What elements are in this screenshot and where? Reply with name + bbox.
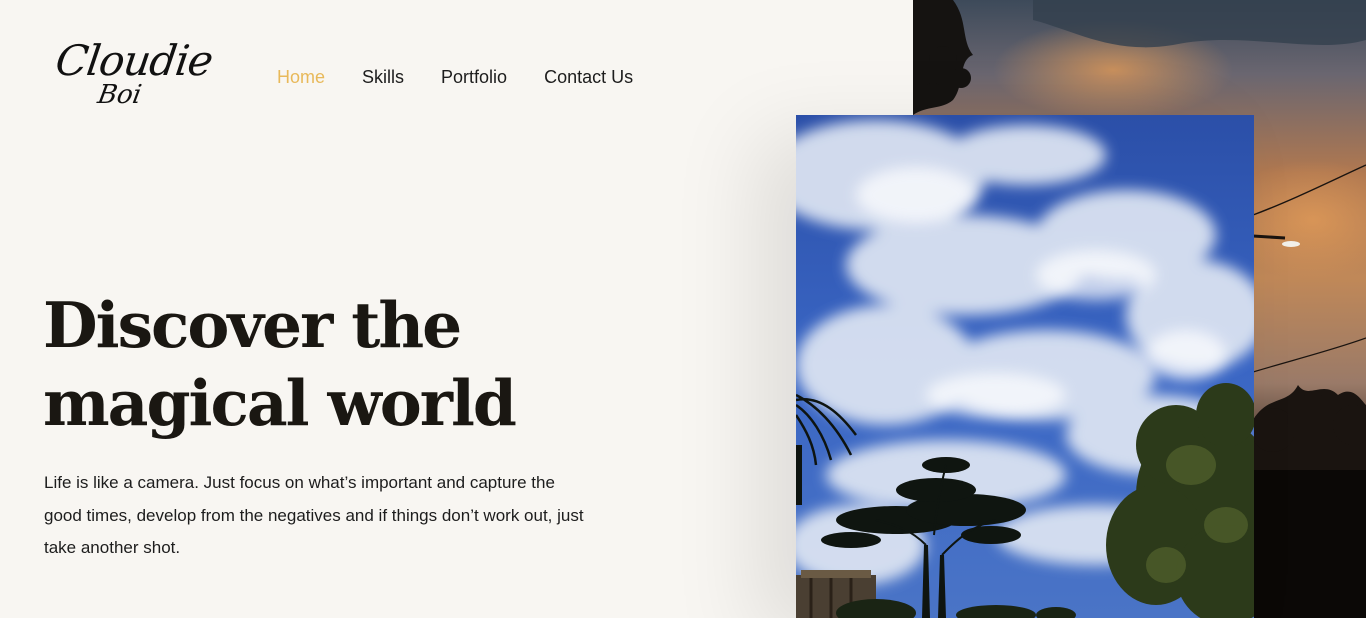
logo-line1: Cloudie <box>52 36 216 85</box>
nav-home-link[interactable]: Home <box>277 66 325 88</box>
hero-title-line2: magical world <box>43 366 517 440</box>
nav-portfolio-link[interactable]: Portfolio <box>441 66 507 88</box>
main-nav: Home Skills Portfolio Contact Us <box>277 66 670 88</box>
hero-title-line1: Discover the <box>43 288 462 362</box>
nav-contact-link[interactable]: Contact Us <box>544 66 633 88</box>
logo[interactable]: Cloudie Boi <box>53 34 216 118</box>
hero-description: Life is like a camera. Just focus on wha… <box>44 473 584 557</box>
hero-title: Discover the magical world <box>43 286 563 442</box>
logo-line2: Boi <box>95 80 144 110</box>
blue-sky-photo <box>796 115 1254 618</box>
nav-skills-link[interactable]: Skills <box>362 66 404 88</box>
page: Cloudie Boi Home Skills Portfolio Contac… <box>0 0 1366 618</box>
